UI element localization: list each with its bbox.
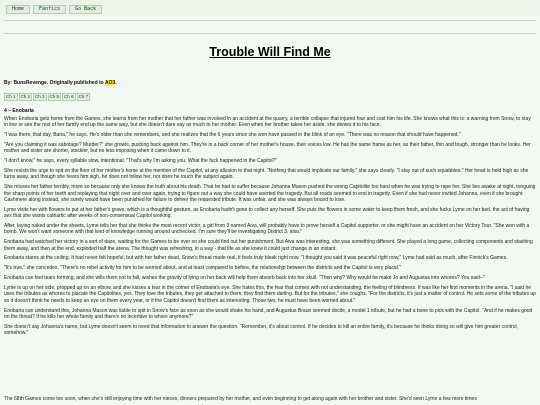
go-back-button[interactable]: Go Back	[69, 5, 103, 14]
story-paragraph: She misses her father terribly, more so …	[4, 184, 536, 203]
story-paragraph: Enobaria stares at the ceiling. It had n…	[4, 255, 508, 262]
story-paragraph: She resists the urge to spit on the floo…	[4, 168, 529, 181]
story-paragraph: Enobaria can feel tears forming, and she…	[4, 275, 486, 282]
chapter-link-2[interactable]: Ch 2	[18, 93, 33, 101]
chapter-link-3[interactable]: Ch 3	[33, 93, 47, 101]
story-paragraph: "It's true," she concedes. "There's no r…	[4, 265, 401, 272]
chapter-nav: Ch 1 Ch 2 Ch 3 Ch 5 Ch 6 Ch 7	[4, 93, 91, 101]
story-paragraph: She doesn't say Johanna's name, but Lyme…	[4, 323, 519, 337]
story-paragraph: "I don't know," he says, every syllable …	[4, 158, 278, 165]
byline-suffix: .	[115, 80, 117, 86]
home-button[interactable]: Home	[6, 5, 31, 14]
fanfics-button[interactable]: Fanfics	[33, 5, 67, 14]
divider	[4, 33, 536, 34]
nav-button-group: Home Fanfics Go Back	[6, 5, 105, 14]
chapter-link-7[interactable]: Ch 7	[76, 93, 91, 101]
chapter-link-5[interactable]: Ch 5	[47, 93, 62, 101]
story-body: When Enobaria gets home from the Games, …	[4, 116, 536, 340]
story-paragraph: Lyme visits her with flowers to put at h…	[4, 206, 530, 220]
story-paragraph: After, laying naked under the sheets, Ly…	[4, 223, 530, 236]
chapter-link-1[interactable]: Ch 1	[4, 93, 18, 101]
story-paragraph-partial: The 68th Games come too soon, when she's…	[4, 396, 477, 402]
top-navigation-bar: Home Fanfics Go Back	[0, 0, 540, 16]
story-paragraph: When Enobaria gets home from the Games, …	[4, 116, 531, 129]
story-paragraph: Enobaria can understand this, Johanna Ma…	[4, 307, 533, 320]
chapter-heading: 4 – Enobaria	[4, 108, 34, 114]
story-paragraph: Enobaria had watched her victory in a so…	[4, 239, 533, 252]
byline-prefix: By: BunsRevenge. Originally published to	[4, 80, 105, 86]
chapter-link-6[interactable]: Ch 6	[62, 93, 76, 101]
story-paragraph: "Are you claiming it was sabotage? Murde…	[4, 142, 531, 155]
story-paragraph: Lyme is up on her side, propped up on an…	[4, 285, 536, 304]
ao3-link[interactable]: AO3	[104, 80, 116, 86]
author-byline: By: BunsRevenge. Originally published to…	[4, 80, 117, 86]
story-paragraph: "I was there, that day, Baria," he says.…	[4, 132, 461, 139]
story-title: Trouble Will Find Me	[209, 45, 331, 59]
divider	[4, 20, 536, 21]
